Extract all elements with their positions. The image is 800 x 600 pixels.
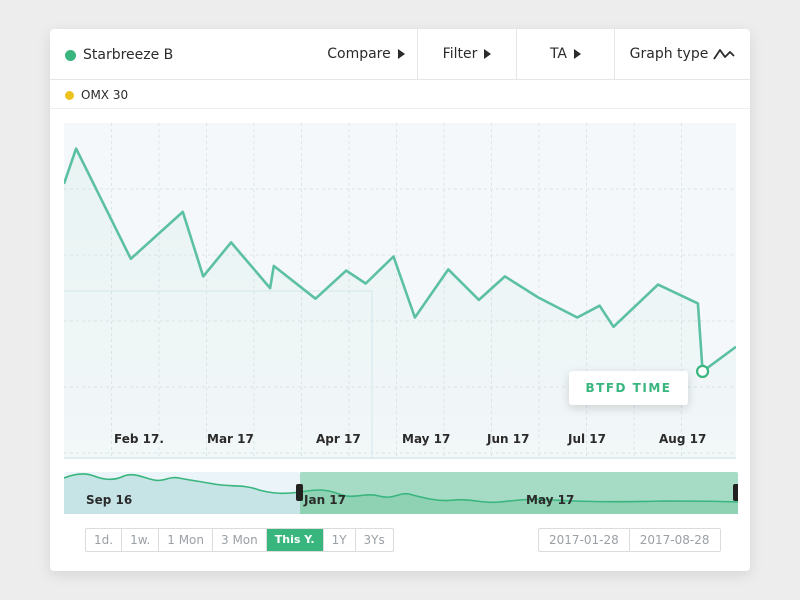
navigator[interactable]: Sep 16 Jan 17 May 17 (64, 472, 738, 514)
filter-button[interactable]: Filter (418, 29, 516, 79)
ta-label: TA (549, 46, 568, 62)
legend-row: OMX 30 (50, 80, 750, 109)
range-button-3ys[interactable]: 3Ys (356, 529, 393, 551)
graph-type-button[interactable]: Graph type (615, 29, 750, 79)
legend-color-dot (65, 90, 74, 100)
legend-item-omx30[interactable]: OMX 30 (65, 88, 128, 102)
current-point-marker[interactable] (695, 364, 710, 379)
x-tick-label: Aug 17 (659, 432, 706, 446)
x-tick-label: May 17 (402, 432, 450, 446)
graph-type-label: Graph type (629, 46, 709, 62)
navigator-label: Sep 16 (86, 493, 132, 507)
navigator-label: Jan 17 (303, 493, 346, 507)
instrument-color-dot (65, 49, 76, 61)
x-tick-label: Jun 17 (486, 432, 529, 446)
x-tick-label: Apr 17 (316, 432, 361, 446)
legend-label: OMX 30 (81, 88, 129, 102)
date-from-field[interactable]: 2017-01-28 (539, 529, 630, 551)
instrument-name: Starbreeze B (65, 46, 173, 64)
range-button-1w[interactable]: 1w. (122, 529, 160, 551)
navigator-handle-left[interactable] (296, 484, 303, 501)
filter-label: Filter (442, 46, 478, 62)
price-chart[interactable]: Feb 17. Mar 17 Apr 17 May 17 Jun 17 Jul 17 Aug… (64, 123, 736, 459)
range-button-1mon[interactable]: 1 Mon (159, 529, 213, 551)
play-right-icon (484, 49, 492, 59)
date-to-field[interactable]: 2017-08-28 (630, 529, 720, 551)
instrument-label: Starbreeze B (83, 47, 174, 63)
stock-chart-card: Starbreeze B Compare Filter TA Graph typ… (50, 29, 750, 571)
range-button-1y[interactable]: 1Y (324, 529, 356, 551)
range-selector: 1d. 1w. 1 Mon 3 Mon This Y. 1Y 3Ys (85, 528, 394, 552)
compare-label: Compare (327, 46, 391, 62)
ta-button[interactable]: TA (517, 29, 614, 79)
play-right-icon (574, 49, 582, 59)
range-button-3mon[interactable]: 3 Mon (213, 529, 267, 551)
toolbar: Starbreeze B Compare Filter TA Graph typ… (50, 29, 750, 80)
range-button-this-year[interactable]: This Y. (266, 529, 324, 551)
x-tick-label: Feb 17. (114, 432, 164, 446)
compare-button[interactable]: Compare (315, 29, 417, 79)
x-tick-label: Mar 17 (207, 432, 254, 446)
line-chart-icon (713, 49, 735, 60)
date-range-inputs: 2017-01-28 2017-08-28 (538, 528, 721, 552)
play-right-icon (397, 49, 405, 59)
range-button-1d[interactable]: 1d. (86, 529, 123, 551)
navigator-label: May 17 (526, 493, 574, 507)
navigator-handle-right[interactable] (733, 484, 738, 501)
annotation-tooltip: BTFD TIME (569, 371, 688, 405)
x-tick-label: Jul 17 (567, 432, 606, 446)
